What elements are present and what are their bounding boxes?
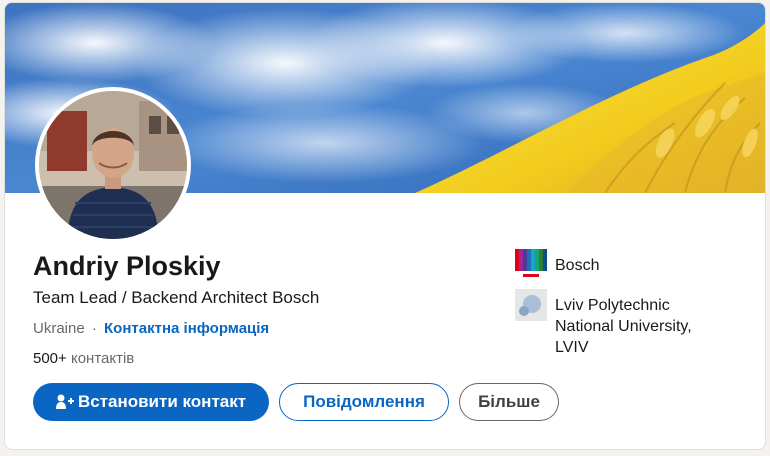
profile-name: Andriy Ploskiy: [33, 251, 221, 281]
org-label-lviv-polytechnic: Lviv Polytechnic National University, LV…: [555, 297, 692, 356]
connect-button-label: Встановити контакт: [77, 392, 247, 411]
profile-location-row: Ukraine · Контактна інформація: [33, 320, 269, 337]
connect-button[interactable]: Встановити контакт: [33, 383, 269, 421]
connections-row[interactable]: 500+ контактів: [33, 350, 134, 367]
org-item-lviv-polytechnic[interactable]: Lviv Polytechnic National University, LV…: [515, 289, 715, 358]
message-button-label: Повідомлення: [303, 392, 425, 411]
org-item-bosch[interactable]: Bosch: [515, 249, 715, 281]
lviv-polytechnic-logo-icon: [515, 289, 547, 321]
connections-count: 500+: [33, 350, 67, 367]
bosch-logo-icon: [515, 249, 547, 281]
location-separator: ·: [91, 320, 97, 337]
add-user-icon: [55, 394, 74, 410]
org-label-bosch: Bosch: [555, 257, 600, 274]
connections-label: контактів: [70, 350, 135, 367]
profile-headline: Team Lead / Backend Architect Bosch: [33, 288, 320, 307]
profile-actions: Встановити контакт Повідомлення Більше: [33, 383, 559, 421]
profile-card: Andriy Ploskiy Team Lead / Backend Archi…: [4, 2, 766, 450]
more-button[interactable]: Більше: [459, 383, 559, 421]
profile-avatar[interactable]: [35, 87, 191, 243]
avatar-photo: [39, 91, 187, 239]
more-button-label: Більше: [478, 392, 540, 411]
contact-info-link[interactable]: Контактна інформація: [104, 320, 269, 337]
message-button[interactable]: Повідомлення: [279, 383, 449, 421]
profile-location: Ukraine: [33, 320, 85, 337]
